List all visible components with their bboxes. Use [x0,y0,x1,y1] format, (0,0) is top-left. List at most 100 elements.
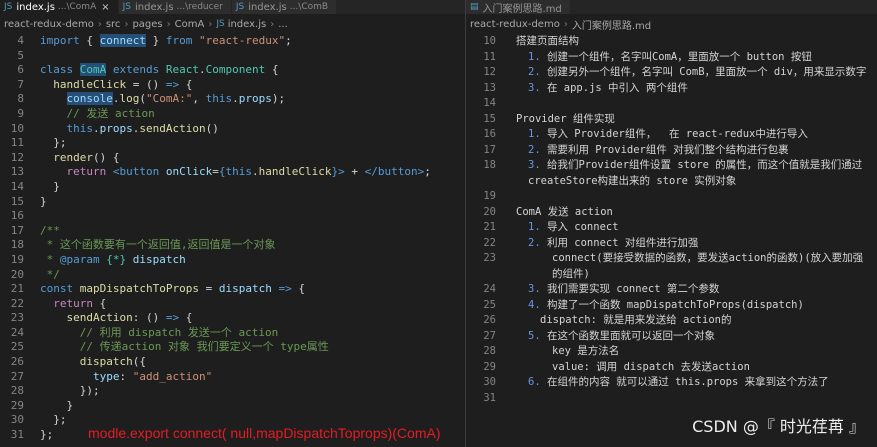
js-file-icon: JS [122,2,132,12]
markdown-line: 28 key 是方法名 [466,344,877,360]
code-line: 9 // 发送 action [0,107,465,122]
line-number: 20 [10,267,24,281]
chevron-right-icon: › [124,18,129,30]
chevron-right-icon: › [166,18,171,30]
code-text: }); [40,384,100,398]
line-number: 11 [10,136,24,150]
tab-description: ...\ComB [289,2,329,12]
code-text: class ComA extends React.Component { [40,63,279,77]
markdown-line: 23 connect(要接受数据的函数，要发送action的函数)(放入要加强 [466,251,877,267]
line-number: 21 [483,221,496,233]
code-text: dispatch({ [79,355,146,369]
breadcrumb-item[interactable]: react-redux-demo [470,19,560,30]
line-number: 18 [483,159,496,171]
markdown-text: createStore构建出来的 store 实例对象 [528,174,737,187]
line-number: 5 [17,48,24,62]
markdown-line: 13 3. 在 app.js 中引入 两个组件 [466,81,877,97]
editor-tab-bar: JS index.js ...\ComA × JS index.js ...\reducer… [0,0,465,14]
markdown-text: 6. 在组件的内容 就可以通过 this.props 来拿到这个方法了 [528,376,829,388]
code-line: 6 class ComA extends React.Component { [0,63,465,78]
breadcrumb-item[interactable]: 入门案例思路.md [572,17,651,32]
breadcrumb-item[interactable]: src [106,19,121,30]
markdown-text: 3. 给我们Provider组件设置 store 的属性，而这个值就是我们通过 [528,159,863,171]
markdown-text: 2. 需要利用 Provider组件 对我们整个结构进行包裹 [528,143,789,156]
list-number: 2. [528,66,547,78]
code-text: // 传递action 对象 我们要定义一个 type属性 [79,340,329,354]
line-number: 9 [17,106,24,120]
markdown-line: 20 ComA 发送 action [466,205,877,221]
markdown-line: 18 3. 给我们Provider组件设置 store 的属性，而这个值就是我们通… [466,158,877,174]
code-line: 8 console.log("ComA:", this.props); [0,92,465,107]
markdown-text: ComA 发送 action [516,205,613,218]
breadcrumb-item[interactable]: ComA [175,19,205,30]
line-number: 23 [483,252,496,264]
code-line: 16 [0,209,465,224]
line-number: 13 [483,81,496,94]
close-icon[interactable]: × [101,2,109,13]
markdown-editor[interactable]: 10 搭建页面结构 11 1. 创建一个组件，名字叫ComA，里面放一个 button… [466,34,877,406]
breadcrumb-item[interactable]: pages [132,19,162,30]
line-number: 14 [10,179,24,193]
tab-label: index.js [248,1,287,13]
code-line: 10 this.props.sendAction() [0,122,465,137]
code-editor[interactable]: 4 import { connect } from "react-redux"; 5… [0,34,465,443]
list-number: 3. [528,159,547,171]
line-number: 27 [10,369,24,383]
code-text: /** [40,223,60,237]
code-text: render() { [53,150,120,164]
code-line: 29 } [0,399,465,414]
code-text: }; [40,413,67,427]
line-number: 17 [10,223,24,237]
code-text: * 这个函数要有一个返回值,返回值是一个对象 [40,238,276,252]
line-number: 16 [10,209,24,223]
code-text: sendAction: () => { [66,311,193,325]
chevron-right-icon: › [270,18,275,30]
line-number: 24 [10,325,24,339]
breadcrumb-item[interactable]: ... [278,19,288,30]
markdown-line: 14 [466,96,877,112]
markdown-line: 的组件) [466,267,877,283]
code-text: }; [40,136,67,150]
markdown-line: 21 1. 导入 connect [466,220,877,236]
list-number: 4. [528,298,547,311]
tab-2[interactable]: JS index.js ...\reducer [118,0,232,14]
markdown-text: 3. 在 app.js 中引入 两个组件 [528,81,688,94]
code-line: 17 /** [0,224,465,239]
markdown-text: dispatch: 就是用来发送给 action的 [540,314,732,326]
code-line: 26 dispatch({ [0,355,465,370]
code-text: }; [40,428,54,442]
code-line: 19 * @param {*} dispatch [0,253,465,268]
code-line: 23 sendAction: () => { [0,311,465,326]
markdown-text: 2. 利用 connect 对组件进行加强 [528,236,699,249]
breadcrumb-item[interactable]: index.js [228,19,267,30]
markdown-text: 5. 在这个函数里面就可以返回一个对象 [528,329,715,342]
tab-description: ...\ComA [57,2,97,12]
line-number: 7 [17,77,24,91]
code-text: // 发送 action [66,106,155,120]
js-file-icon: JS [4,2,13,12]
tab-label: index.js [135,1,174,13]
markdown-line: 27 5. 在这个函数里面就可以返回一个对象 [466,329,877,345]
line-number: 14 [483,97,496,109]
markdown-line: 22 2. 利用 connect 对组件进行加强 [466,236,877,252]
line-number: 29 [483,360,496,373]
breadcrumb-item[interactable]: react-redux-demo [4,19,94,30]
line-number: 25 [10,340,24,354]
markdown-text: 1. 创建一个组件，名字叫ComA，里面放一个 button 按钮 [528,50,812,63]
markdown-line: 30 6. 在组件的内容 就可以通过 this.props 来拿到这个方法了 [466,375,877,391]
watermark: CSDN @『 时光荏苒 』 [692,417,865,436]
line-number: 13 [10,165,24,179]
line-number: 18 [10,238,24,252]
tab-1[interactable]: JS index.js ...\ComA × [0,0,119,14]
line-number: 11 [483,50,496,63]
code-line: 4 import { connect } from "react-redux"; [0,34,465,49]
markdown-line: 12 2. 创建另外一个组件，名字叫 ComB，里面放一个 div，用来显示数字 [466,65,877,81]
code-line: 28 }); [0,384,465,399]
tab-markdown-file[interactable]: ▤ 入门案例思路.md [466,0,571,14]
js-file-icon: JS [235,2,245,12]
list-number: 3. [528,81,547,94]
markdown-file-icon: ▤ [470,2,479,12]
line-number: 23 [10,311,24,325]
code-line: 25 // 传递action 对象 我们要定义一个 type属性 [0,340,465,355]
tab-3[interactable]: JS index.js ...\ComB [231,0,338,14]
